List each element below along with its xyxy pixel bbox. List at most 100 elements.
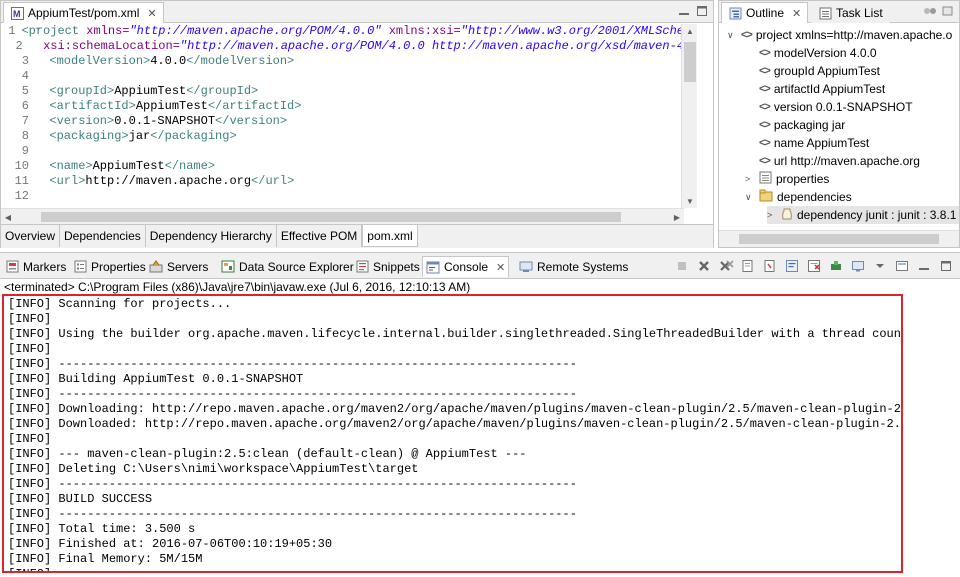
editor-page-tab[interactable]: Dependency Hierarchy bbox=[146, 225, 277, 247]
view-tab[interactable]: Servers bbox=[146, 256, 211, 277]
outline-node[interactable]: <> url http://maven.apache.org bbox=[745, 152, 920, 170]
fold-toggle-icon[interactable]: − bbox=[35, 24, 45, 34]
outline-node[interactable]: ∨ dependencies bbox=[745, 188, 852, 206]
code-line[interactable]: 7 <version>0.0.1-SNAPSHOT</version> bbox=[1, 114, 684, 129]
outline-node[interactable]: <> name AppiumTest bbox=[745, 134, 869, 152]
outline-tabbar: Outline ✕ Task List bbox=[719, 1, 959, 23]
close-icon[interactable]: ✕ bbox=[147, 7, 156, 20]
focus-icon[interactable] bbox=[923, 4, 937, 18]
terminate-icon[interactable] bbox=[674, 258, 690, 274]
view-tab-label: Properties bbox=[91, 259, 146, 274]
code-line[interactable]: 5 <groupId>AppiumTest</groupId> bbox=[1, 84, 684, 99]
code-text: <url>http://maven.apache.org</url> bbox=[35, 174, 295, 188]
outline-node[interactable]: <> packaging jar bbox=[745, 116, 845, 134]
close-icon[interactable]: ✕ bbox=[792, 7, 801, 20]
code-line[interactable]: 9 bbox=[1, 144, 684, 159]
editor-horizontal-scrollbar[interactable]: ◀ ▶ bbox=[1, 208, 684, 224]
editor-page-tab[interactable]: Overview bbox=[1, 225, 61, 247]
scrollbar-thumb[interactable] bbox=[739, 234, 939, 244]
chevron-down-icon[interactable]: ∨ bbox=[727, 30, 737, 41]
code-line[interactable]: 8 <packaging>jar</packaging> bbox=[1, 129, 684, 144]
chevron-right-icon[interactable]: > bbox=[745, 174, 755, 184]
view-tab[interactable]: Snippets bbox=[352, 256, 423, 277]
remove-all-terminated-icon[interactable] bbox=[718, 258, 734, 274]
outline-node[interactable]: ∨ <> project xmlns=http://maven.apache.o bbox=[727, 26, 952, 44]
collapse-all-icon[interactable] bbox=[941, 4, 955, 18]
view-tab[interactable]: Markers bbox=[2, 256, 69, 277]
code-line[interactable]: 11 <url>http://maven.apache.org</url> bbox=[1, 174, 684, 189]
xml-element-icon: <> bbox=[759, 137, 771, 149]
minimize-icon[interactable] bbox=[677, 4, 691, 18]
outline-node-label: dependencies bbox=[777, 190, 852, 204]
editor-page-tab[interactable]: Dependencies bbox=[60, 225, 146, 247]
maximize-icon[interactable] bbox=[938, 258, 954, 274]
view-tab[interactable]: Data Source Explorer bbox=[218, 256, 357, 277]
line-number: 12 bbox=[14, 189, 29, 203]
outline-tree[interactable]: ∨ <> project xmlns=http://maven.apache.o <>… bbox=[719, 24, 959, 230]
code-line[interactable]: 6 <artifactId>AppiumTest</artifactId> bbox=[1, 99, 684, 114]
open-console-icon[interactable] bbox=[894, 258, 910, 274]
view-tab[interactable]: Properties bbox=[70, 256, 149, 277]
editor-page-tab[interactable]: pom.xml bbox=[362, 225, 418, 247]
outline-node[interactable]: <> modelVersion 4.0.0 bbox=[745, 44, 877, 62]
code-line[interactable]: 12 bbox=[1, 189, 684, 204]
scroll-up-icon[interactable]: ▲ bbox=[682, 24, 698, 38]
code-text: <artifactId>AppiumTest</artifactId> bbox=[35, 99, 302, 113]
tab-outline[interactable]: Outline ✕ bbox=[721, 2, 809, 23]
chevron-right-icon[interactable]: > bbox=[767, 210, 777, 220]
scroll-left-icon[interactable]: ◀ bbox=[1, 209, 15, 225]
view-tab[interactable]: Console ✕ bbox=[422, 256, 510, 277]
console-line: [INFO] Building AppiumTest 0.0.1-SNAPSHO… bbox=[8, 372, 304, 386]
dependencies-icon bbox=[759, 189, 773, 205]
display-console-icon[interactable] bbox=[850, 258, 866, 274]
console-line: [INFO] Scanning for projects... bbox=[8, 297, 232, 311]
console-output[interactable]: [INFO] Scanning for projects... [INFO] [IN… bbox=[2, 294, 903, 573]
minimize-icon[interactable] bbox=[916, 258, 932, 274]
scrollbar-thumb[interactable] bbox=[41, 212, 621, 222]
console-line: [INFO] --- maven-clean-plugin:2.5:clean … bbox=[8, 447, 527, 461]
console-line: [INFO] Downloading: http://repo.maven.ap… bbox=[8, 402, 903, 416]
clear-console-icon[interactable] bbox=[740, 258, 756, 274]
console-process-label: <terminated> C:\Program Files (x86)\Java… bbox=[4, 280, 471, 294]
outline-node[interactable]: <> groupId AppiumTest bbox=[745, 62, 880, 80]
code-line[interactable]: 4 bbox=[1, 69, 684, 84]
chevron-down-icon[interactable]: ∨ bbox=[745, 192, 755, 203]
line-number: 4 bbox=[21, 69, 29, 83]
code-line[interactable]: 1 <project xmlns="http://maven.apache.org… bbox=[1, 24, 684, 39]
scrollbar-thumb[interactable] bbox=[684, 42, 696, 82]
xml-source-view[interactable]: − 1 <project xmlns="http://maven.apache.or… bbox=[1, 24, 684, 208]
outline-node[interactable]: <> artifactId AppiumTest bbox=[745, 80, 885, 98]
code-text: <project xmlns="http://maven.apache.org/… bbox=[21, 24, 684, 38]
code-line[interactable]: 2 xsi:schemaLocation="http://maven.apach… bbox=[1, 39, 684, 54]
view-tab[interactable]: Remote Systems bbox=[516, 256, 631, 277]
xml-element-icon: <> bbox=[759, 47, 771, 59]
chevron-down-icon[interactable] bbox=[872, 258, 888, 274]
code-line[interactable]: 10 <name>AppiumTest</name> bbox=[1, 159, 684, 174]
maximize-icon[interactable] bbox=[695, 4, 709, 18]
properties-icon bbox=[759, 171, 772, 187]
editor-vertical-scrollbar[interactable]: ▲ ▼ bbox=[681, 24, 697, 208]
outline-horizontal-scrollbar[interactable] bbox=[719, 230, 959, 247]
remove-launch-icon[interactable] bbox=[696, 258, 712, 274]
close-icon[interactable]: ✕ bbox=[496, 261, 505, 274]
scroll-down-icon[interactable]: ▼ bbox=[682, 194, 698, 208]
word-wrap-icon[interactable] bbox=[784, 258, 800, 274]
outline-node[interactable]: > dependency junit : junit : 3.8.1 bbox=[767, 206, 959, 224]
show-console-when-output-icon[interactable] bbox=[806, 258, 822, 274]
scroll-lock-icon[interactable] bbox=[762, 258, 778, 274]
outline-node[interactable]: <> version 0.0.1-SNAPSHOT bbox=[745, 98, 913, 116]
editor-tab-pom[interactable]: M AppiumTest/pom.xml ✕ bbox=[3, 2, 164, 23]
code-text: <modelVersion>4.0.0</modelVersion> bbox=[35, 54, 295, 68]
line-number: 6 bbox=[21, 99, 29, 113]
tab-task-list[interactable]: Task List bbox=[811, 2, 890, 23]
markers-icon bbox=[5, 260, 19, 274]
outline-node[interactable]: > properties bbox=[745, 170, 829, 188]
xml-element-icon: <> bbox=[759, 101, 771, 113]
code-line[interactable]: 3 <modelVersion>4.0.0</modelVersion> bbox=[1, 54, 684, 69]
line-number: 9 bbox=[21, 144, 29, 158]
console-line: [INFO] bbox=[8, 312, 52, 326]
editor-page-tab[interactable]: Effective POM bbox=[277, 225, 363, 247]
pin-console-icon[interactable] bbox=[828, 258, 844, 274]
scroll-right-icon[interactable]: ▶ bbox=[670, 209, 684, 225]
console-line: [INFO] Finished at: 2016-07-06T00:10:19+… bbox=[8, 537, 333, 551]
